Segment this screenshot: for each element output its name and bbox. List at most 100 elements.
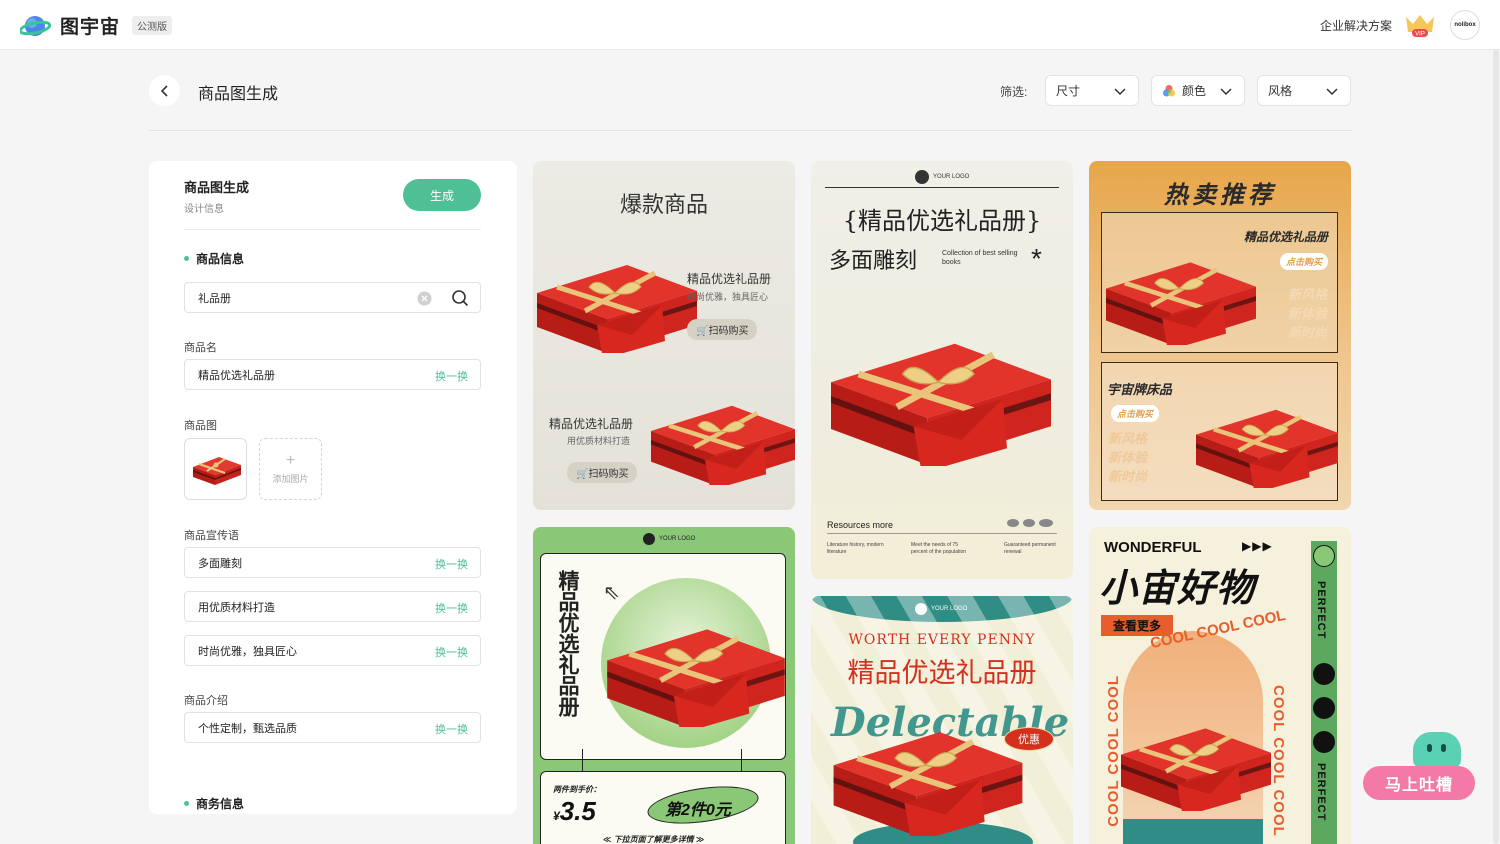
template-card-2[interactable]: YOUR LOGO {精品优选礼品册} 多面雕刻 Collection of b… — [811, 161, 1073, 579]
double-chevron-left-icon: ≪ — [603, 835, 614, 844]
plus-icon: + — [285, 452, 296, 469]
gift-box-image — [1196, 399, 1338, 488]
template-card-3[interactable]: 热卖推荐 精品优选礼品册 点击购买 新风格 新体验 新时尚 宇宙牌床品 点击购买… — [1089, 161, 1351, 510]
header-divider — [149, 130, 1352, 131]
product-name-label: 商品名 — [184, 342, 217, 354]
slogan-field-2[interactable]: 用优质材料打造 换一换 — [184, 591, 481, 622]
search-icon[interactable] — [451, 289, 469, 307]
page-scrollbar[interactable] — [1493, 50, 1499, 844]
cart-icon: 🛒 — [576, 469, 589, 480]
panel-subtitle: 设计信息 — [184, 204, 224, 215]
user-avatar[interactable]: nolibox — [1450, 10, 1480, 40]
card4-main-frame: 精品优选礼品册 ⇖ — [540, 553, 786, 760]
card5-discount-badge: 优惠 — [1004, 727, 1054, 751]
card6-cool-right: COOL COOL COOL — [1270, 685, 1287, 837]
card2-subtitle: 多面雕刻 — [829, 249, 918, 274]
template-card-6[interactable]: WONDERFUL ▶▶▶ 小宙好物 查看更多 COOL COOL COOL C… — [1089, 527, 1351, 844]
slogan-field-1[interactable]: 多面雕刻 换一换 — [184, 547, 481, 578]
filter-label: 筛选: — [1000, 85, 1028, 99]
play-circle-icon — [1313, 697, 1335, 719]
intro-label: 商品介绍 — [184, 695, 228, 707]
product-image-label: 商品图 — [184, 420, 217, 432]
card5-logo: YOUR LOGO — [915, 603, 967, 615]
design-info-panel: 商品图生成 设计信息 生成 商品信息 礼品册 商品名 精品优选礼品册 换一换 商… — [149, 161, 517, 814]
panel-divider — [184, 229, 481, 230]
product-search-input[interactable]: 礼品册 — [184, 282, 481, 313]
color-filter-value: 颜色 — [1182, 84, 1207, 98]
card1-desc-2: 用优质材料打造 — [567, 436, 631, 446]
swap-button[interactable]: 换一换 — [435, 721, 468, 737]
size-filter-value: 尺寸 — [1056, 84, 1081, 98]
panel-title: 商品图生成 — [184, 180, 250, 195]
gift-box-image — [833, 718, 1023, 836]
card2-col1: Literature history, modern literature — [827, 542, 884, 555]
clear-icon[interactable] — [417, 291, 432, 306]
gift-box-image — [1106, 251, 1256, 345]
card1-product-name: 精品优选礼品册 — [687, 272, 772, 286]
gift-box-image — [651, 395, 795, 485]
card2-icons — [1007, 519, 1053, 527]
beta-badge: 公测版 — [132, 16, 173, 35]
logo-mark-icon — [915, 603, 927, 615]
card6-perfect-2: PERFECT — [1315, 763, 1327, 822]
card5-english-title: WORTH EVERY PENNY — [848, 632, 1036, 648]
style-filter-select[interactable]: 风格 — [1257, 75, 1351, 106]
card6-brand: WONDERFUL — [1104, 539, 1202, 556]
product-info-label: 商品信息 — [196, 252, 245, 266]
slogan-label: 商品宣传语 — [184, 530, 239, 542]
swap-button[interactable]: 换一换 — [435, 644, 468, 660]
swap-button[interactable]: 换一换 — [435, 556, 468, 572]
card3-buy-badge-2: 点击购买 — [1111, 405, 1160, 422]
page-title: 商品图生成 — [198, 86, 279, 103]
asterisk-icon: * — [1031, 243, 1042, 274]
card1-buy-badge: 🛒扫码购买 — [687, 319, 758, 340]
card3-lines: 新风格 新体验 新时尚 — [1287, 287, 1327, 340]
card3-box1-title: 精品优选礼品册 — [1243, 230, 1328, 244]
template-card-1[interactable]: 爆款商品 精品优选礼品册 时尚优雅，独具匠心 🛒扫码购买 精品优选礼品册 用优质… — [533, 161, 795, 510]
template-card-5[interactable]: YOUR LOGO WORTH EVERY PENNY 精品优选礼品册 Dele… — [811, 596, 1073, 844]
color-filter-select[interactable]: 颜色 — [1151, 75, 1245, 106]
app-logo[interactable]: 图宇宙 公测版 — [18, 12, 173, 39]
product-info-section-title: 商品信息 — [184, 250, 244, 267]
card4-vertical-title: 精品优选礼品册 — [556, 570, 579, 717]
card6-perfect-1: PERFECT — [1315, 581, 1327, 640]
product-name-field[interactable]: 精品优选礼品册 换一换 — [184, 359, 481, 390]
enterprise-solutions-link[interactable]: 企业解决方案 — [1320, 17, 1392, 34]
card6-cool-left: COOL COOL COOL — [1105, 675, 1122, 827]
chevron-down-icon — [1220, 88, 1232, 96]
slogan-field-3[interactable]: 时尚优雅，独具匠心 换一换 — [184, 635, 481, 666]
generate-button[interactable]: 生成 — [403, 179, 481, 211]
search-input-value: 礼品册 — [198, 292, 231, 305]
gift-box-image — [831, 326, 1051, 466]
card6-title: 小宙好物 — [1099, 568, 1256, 610]
card3-box-1: 精品优选礼品册 点击购买 新风格 新体验 新时尚 — [1101, 212, 1338, 353]
product-image-thumbnail[interactable] — [184, 438, 247, 500]
template-card-4[interactable]: YOUR LOGO 精品优选礼品册 ⇖ 两件到手价： ¥3.5 第2件0元 ≪ … — [533, 527, 795, 844]
size-filter-select[interactable]: 尺寸 — [1045, 75, 1139, 106]
vip-crown-icon[interactable]: VIP — [1404, 12, 1436, 38]
card2-logo: YOUR LOGO — [915, 170, 969, 184]
gift-box-image — [537, 253, 697, 353]
play-arrows-icon: ▶▶▶ — [1242, 539, 1273, 553]
card4-price-label: 两件到手价： — [553, 785, 601, 794]
mascot-icon — [1413, 732, 1461, 768]
card3-lines-2: 新风格 新体验 新时尚 — [1108, 431, 1148, 484]
add-image-button[interactable]: + 添加图片 — [259, 438, 322, 500]
gift-box-image — [1121, 717, 1271, 811]
chevron-down-icon — [1326, 88, 1338, 96]
swap-button[interactable]: 换一换 — [435, 600, 468, 616]
vip-label: VIP — [1415, 32, 1425, 38]
chevron-left-icon — [160, 84, 168, 97]
intro-field[interactable]: 个性定制，甄选品质 换一换 — [184, 712, 481, 743]
card5-title: 精品优选礼品册 — [847, 658, 1037, 689]
card4-price-frame: 两件到手价： ¥3.5 第2件0元 ≪ 下拉页面了解更多详情 ≫ — [540, 771, 786, 844]
feedback-button[interactable]: 马上吐槽 — [1363, 766, 1475, 800]
back-button[interactable] — [149, 75, 180, 106]
slogan-value-3: 时尚优雅，独具匠心 — [198, 645, 297, 658]
card3-box2-title: 宇宙牌床品 — [1107, 382, 1173, 397]
feedback-widget[interactable]: 马上吐槽 — [1363, 732, 1475, 800]
color-wheel-icon — [1163, 84, 1175, 96]
card1-buy-badge-2: 🛒扫码购买 — [567, 462, 638, 483]
swap-button[interactable]: 换一换 — [435, 368, 468, 384]
slogan-value-1: 多面雕刻 — [198, 557, 242, 570]
